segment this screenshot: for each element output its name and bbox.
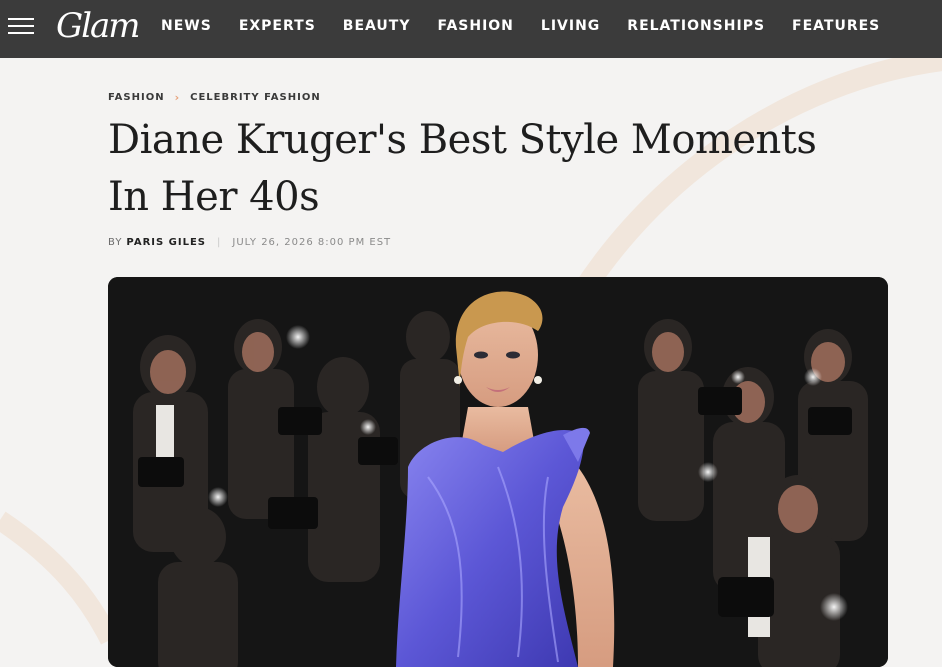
byline-prefix: BY (108, 237, 123, 248)
nav-item-relationships[interactable]: RELATIONSHIPS (627, 17, 765, 35)
logo-text: Glam (56, 6, 141, 46)
breadcrumb-fashion[interactable]: FASHION (108, 92, 165, 103)
nav-item-experts[interactable]: EXPERTS (239, 17, 316, 35)
breadcrumb-celebrity-fashion[interactable]: CELEBRITY FASHION (190, 92, 321, 103)
nav-item-fashion[interactable]: FASHION (437, 17, 513, 35)
byline-divider: | (217, 237, 222, 248)
top-navigation-bar: Glam NEWS EXPERTS BEAUTY FASHION LIVING … (0, 0, 942, 58)
hero-image (108, 277, 888, 667)
nav-item-beauty[interactable]: BEAUTY (343, 17, 411, 35)
hero-illustration (108, 277, 888, 667)
breadcrumb: FASHION › CELEBRITY FASHION (108, 91, 321, 104)
article-byline: BY PARIS GILES | JULY 26, 2026 8:00 PM E… (108, 237, 391, 248)
nav-item-features[interactable]: FEATURES (792, 17, 880, 35)
nav-item-news[interactable]: NEWS (161, 17, 212, 35)
primary-nav: NEWS EXPERTS BEAUTY FASHION LIVING RELAT… (161, 17, 907, 35)
chevron-right-icon: › (174, 91, 181, 104)
hamburger-icon[interactable] (8, 18, 34, 38)
publish-date: JULY 26, 2026 8:00 PM EST (232, 237, 392, 248)
article-title: Diane Kruger's Best Style Moments In Her… (108, 117, 817, 220)
author-link[interactable]: PARIS GILES (126, 237, 206, 248)
site-logo[interactable]: Glam (56, 4, 141, 50)
nav-item-living[interactable]: LIVING (541, 17, 600, 35)
